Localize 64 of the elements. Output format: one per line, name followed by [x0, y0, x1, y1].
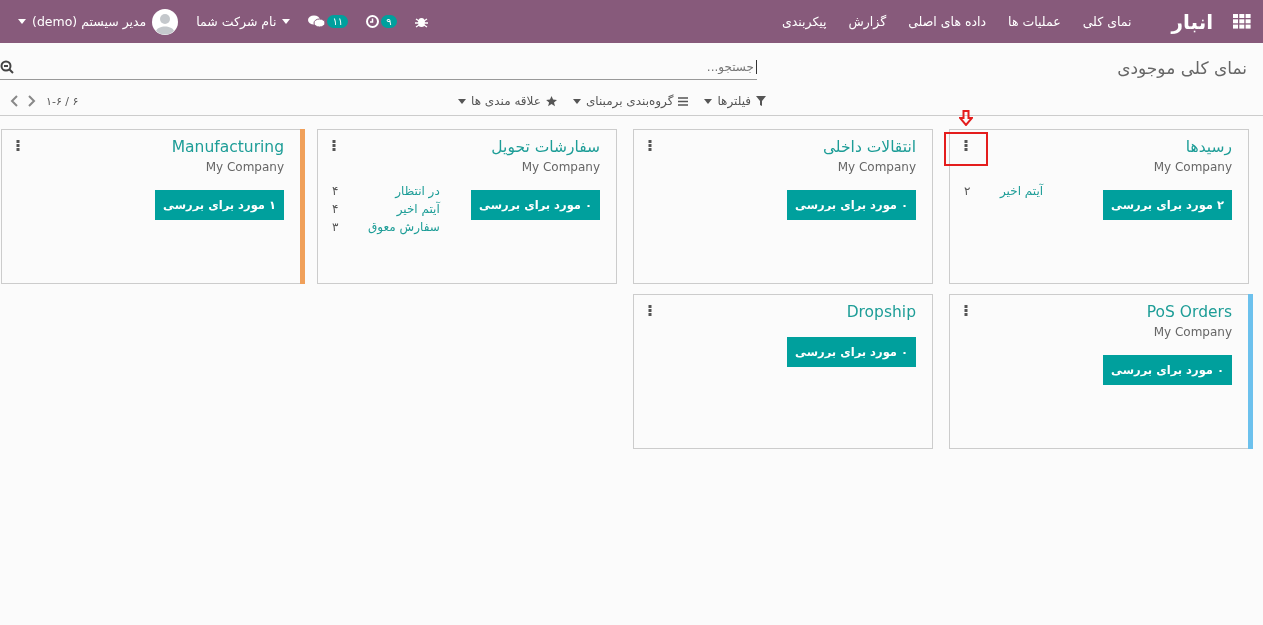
company-name: My Company — [1153, 160, 1232, 174]
pager-value[interactable]: ۱-۶ / ۶ — [46, 94, 79, 108]
kebab-menu-icon[interactable] — [648, 305, 652, 316]
caret-icon — [18, 19, 26, 24]
card-title[interactable]: سفارشات تحویل — [491, 138, 600, 156]
menu-item[interactable]: داده های اصلی — [900, 14, 995, 29]
search-field[interactable]: جستجو... — [14, 60, 757, 74]
caret-icon — [572, 98, 581, 104]
user-menu[interactable]: مدیر سیستم (demo) — [18, 8, 179, 35]
menu-item[interactable]: گزارش — [840, 14, 895, 29]
card-title[interactable]: PoS Orders — [1146, 303, 1232, 321]
kebab-menu-icon[interactable] — [648, 140, 652, 151]
company-name: My Company — [520, 160, 600, 174]
review-button[interactable]: ۰ مورد برای بررسی — [787, 190, 916, 220]
caret-icon — [704, 98, 713, 104]
card-title[interactable]: رسیدها — [1153, 138, 1232, 156]
clock-icon[interactable] — [366, 15, 380, 28]
stat-count: ۲ — [963, 184, 972, 200]
review-button[interactable]: ۰ مورد برای بررسی — [787, 337, 916, 367]
star-icon — [545, 95, 557, 107]
stat-count: ۴ — [331, 184, 340, 198]
group-by-button[interactable]: گروه‌بندی برمبنای — [572, 94, 689, 108]
review-button[interactable]: ۰ مورد برای بررسی — [471, 190, 600, 220]
review-button[interactable]: ۱ مورد برای بررسی — [155, 190, 284, 220]
breadcrumb-title: نمای کلی موجودی — [1116, 57, 1247, 78]
chat-icon[interactable] — [308, 15, 326, 28]
stat-link[interactable]: آیتم اخیر — [1000, 184, 1044, 220]
caret-icon — [282, 19, 291, 24]
card-title[interactable]: Dropship — [846, 303, 916, 321]
stat-link[interactable]: آیتم اخیر — [368, 202, 440, 216]
apps-grid-icon[interactable] — [1233, 14, 1251, 29]
caret-icon — [458, 98, 467, 104]
stat-count: ۳ — [331, 220, 340, 234]
kebab-menu-icon[interactable] — [964, 305, 968, 316]
review-button[interactable]: ۰ مورد برای بررسی — [1103, 355, 1232, 385]
card-title[interactable]: انتقالات داخلی — [822, 138, 916, 156]
company-name: My Company — [836, 160, 916, 174]
kebab-menu-icon[interactable] — [964, 140, 968, 151]
filter-icon — [756, 96, 766, 106]
company-switcher[interactable]: نام شرکت شما — [196, 14, 291, 29]
previous-icon[interactable] — [10, 95, 18, 107]
company-name: My Company — [1152, 325, 1232, 339]
list-icon — [678, 96, 689, 106]
menu-item[interactable]: نمای کلی — [1074, 14, 1140, 29]
company-name: My Company — [204, 160, 284, 174]
menu-item[interactable]: عملیات ها — [1000, 14, 1069, 29]
kebab-menu-icon[interactable] — [332, 140, 336, 151]
app-name: انبار — [1171, 9, 1213, 34]
favorites-button[interactable]: علاقه مندی ها — [458, 94, 557, 108]
bug-icon[interactable] — [414, 15, 428, 28]
review-button[interactable]: ۲ مورد برای بررسی — [1103, 190, 1232, 220]
avatar-icon — [152, 8, 179, 35]
activity-count-badge: ۹ — [381, 15, 397, 28]
message-count-badge: ۱۱ — [327, 15, 349, 28]
filters-button[interactable]: فیلترها — [704, 94, 766, 108]
search-icon[interactable] — [0, 60, 14, 74]
stat-count: ۴ — [331, 202, 340, 216]
next-icon[interactable] — [28, 95, 36, 107]
down-arrow-icon — [959, 110, 973, 126]
stat-link[interactable]: سفارش معوق — [368, 220, 440, 234]
kebab-menu-icon[interactable] — [16, 140, 20, 151]
menu-item[interactable]: پیکربندی — [773, 14, 835, 29]
card-title[interactable]: Manufacturing — [171, 138, 284, 156]
stat-link[interactable]: در انتظار — [368, 184, 440, 198]
